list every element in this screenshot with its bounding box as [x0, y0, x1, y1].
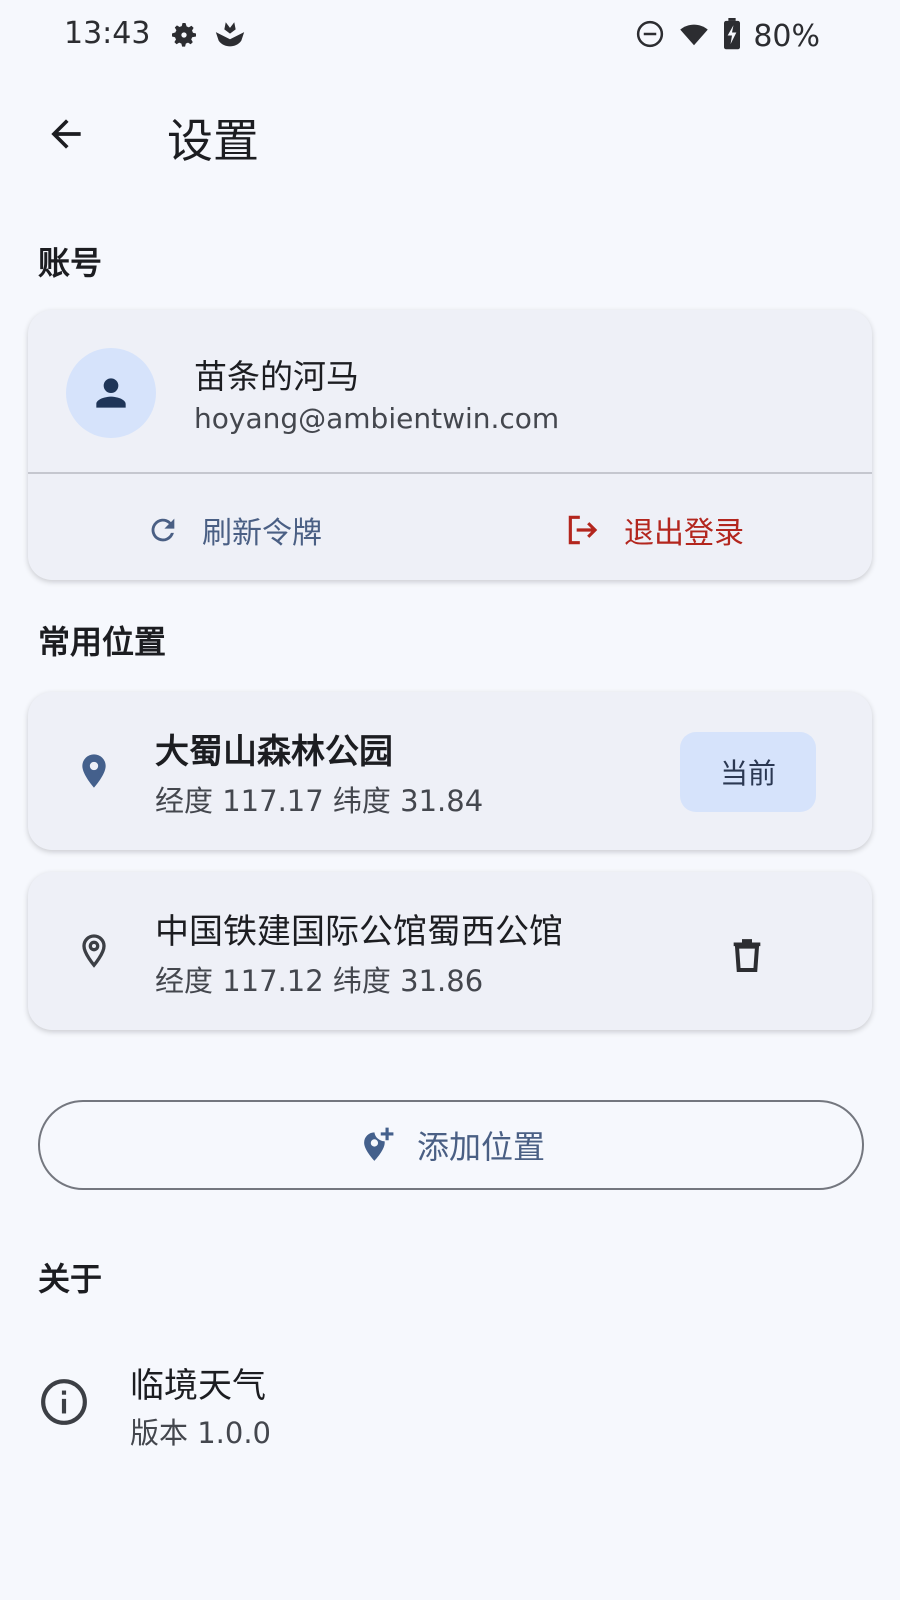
refresh-token-label: 刷新令牌	[202, 516, 322, 551]
logout-icon	[568, 515, 598, 545]
status-icons-right: 80%	[635, 18, 820, 54]
add-location-label: 添加位置	[416, 1128, 545, 1166]
status-time: 13:43	[64, 16, 151, 51]
person-icon	[96, 378, 126, 408]
add-location-button[interactable]: 添加位置	[38, 1100, 864, 1190]
add-location-icon	[364, 1127, 394, 1161]
back-button[interactable]	[38, 106, 94, 162]
arrow-back-icon	[51, 119, 81, 149]
battery-percent: 80%	[753, 18, 820, 54]
app-version: 版本 1.0.0	[130, 1416, 272, 1450]
logout-button[interactable]: 退出登录	[564, 502, 744, 558]
location-name: 中国铁建国际公馆蜀西公馆	[155, 912, 563, 952]
current-badge: 当前	[680, 732, 816, 812]
status-icons-left	[168, 18, 248, 56]
location-card-current[interactable]: 大蜀山森林公园 经度 117.17 纬度 31.84 当前	[28, 692, 872, 850]
divider	[28, 472, 872, 474]
account-email: hoyang@ambientwin.com	[194, 402, 560, 435]
page-title: 设置	[167, 114, 259, 168]
location-card[interactable]: 中国铁建国际公馆蜀西公馆 经度 117.12 纬度 31.86	[28, 872, 872, 1030]
wifi-icon	[677, 19, 711, 53]
account-name: 苗条的河马	[194, 357, 359, 396]
delete-location-button[interactable]	[716, 924, 778, 986]
section-header-about: 关于	[38, 1260, 103, 1298]
do-not-disturb-icon	[635, 19, 665, 53]
section-header-account: 账号	[38, 244, 103, 282]
location-coords: 经度 117.12 纬度 31.86	[155, 964, 484, 998]
gear-icon	[168, 18, 200, 56]
battery-charging-icon	[723, 18, 741, 54]
section-header-locations: 常用位置	[38, 623, 167, 661]
refresh-token-button[interactable]: 刷新令牌	[146, 502, 322, 558]
trash-icon	[733, 939, 761, 972]
location-filled-icon	[72, 745, 116, 797]
app-name: 临境天气	[130, 1366, 266, 1406]
logout-label: 退出登录	[624, 516, 744, 551]
info-icon	[38, 1376, 90, 1428]
refresh-icon	[151, 518, 175, 542]
avatar	[66, 348, 156, 438]
notification-app-icon	[212, 18, 248, 56]
location-coords: 经度 117.17 纬度 31.84	[155, 784, 484, 818]
location-name: 大蜀山森林公园	[155, 732, 393, 772]
location-outline-icon	[72, 925, 116, 977]
account-card: 苗条的河马 hoyang@ambientwin.com 刷新令牌 退出登录	[28, 310, 872, 580]
